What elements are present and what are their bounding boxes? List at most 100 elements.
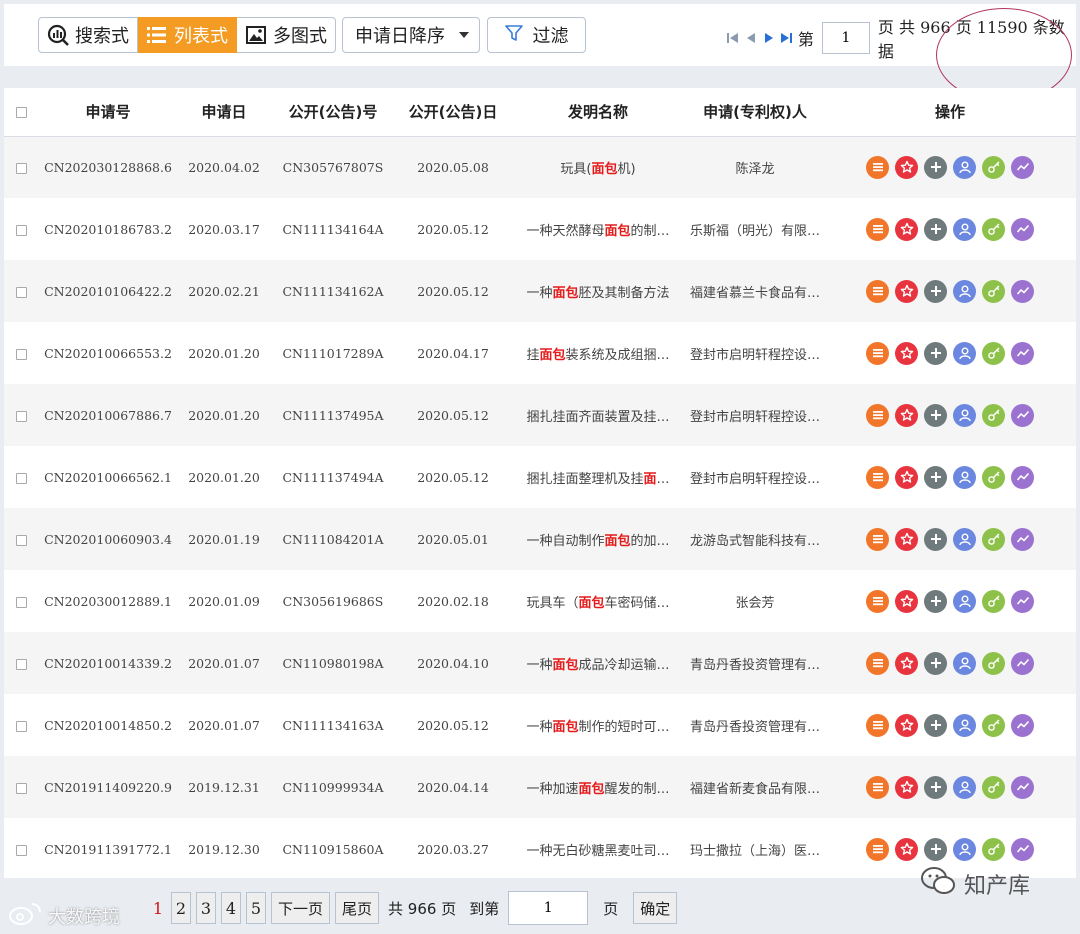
- filter-button[interactable]: 过滤: [487, 17, 586, 53]
- person-icon[interactable]: [953, 527, 976, 551]
- applicant-cell[interactable]: 登封市启明轩程控设…: [686, 322, 824, 384]
- detail-icon[interactable]: [866, 217, 889, 241]
- key-icon[interactable]: [982, 837, 1005, 861]
- key-icon[interactable]: [982, 341, 1005, 365]
- app-no-cell[interactable]: CN202010014339.2: [38, 632, 178, 694]
- pub-no-cell[interactable]: CN111134163A: [270, 694, 396, 756]
- header-pub-no[interactable]: 公开(公告)号: [270, 88, 396, 136]
- star-icon[interactable]: [895, 465, 918, 489]
- key-icon[interactable]: [982, 217, 1005, 241]
- goto-page-input[interactable]: [508, 891, 589, 925]
- plus-icon[interactable]: [924, 217, 947, 241]
- row-select-cell[interactable]: [4, 694, 38, 756]
- table-row[interactable]: CN202010014850.2 2020.01.07 CN111134163A 20…: [4, 694, 1076, 756]
- row-select-cell[interactable]: [4, 818, 38, 878]
- star-icon[interactable]: [895, 155, 918, 179]
- person-icon[interactable]: [953, 465, 976, 489]
- row-checkbox[interactable]: [15, 224, 27, 236]
- top-page-input[interactable]: [821, 22, 870, 54]
- row-checkbox[interactable]: [15, 720, 27, 732]
- detail-icon[interactable]: [866, 465, 889, 489]
- row-select-cell[interactable]: [4, 260, 38, 322]
- title-cell[interactable]: 一种面包制作的短时可…: [510, 694, 686, 756]
- person-icon[interactable]: [953, 279, 976, 303]
- title-cell[interactable]: 捆扎挂面齐面装置及挂…: [510, 384, 686, 446]
- header-app-no[interactable]: 申请号: [38, 88, 178, 136]
- plus-icon[interactable]: [924, 465, 947, 489]
- table-row[interactable]: CN201911409220.9 2019.12.31 CN110999934A 20…: [4, 756, 1076, 818]
- trend-icon[interactable]: [1011, 465, 1034, 489]
- star-icon[interactable]: [895, 713, 918, 737]
- star-icon[interactable]: [895, 651, 918, 675]
- title-cell[interactable]: 一种自动制作面包的加…: [510, 508, 686, 570]
- key-icon[interactable]: [982, 775, 1005, 799]
- trend-icon[interactable]: [1011, 713, 1034, 737]
- pub-no-cell[interactable]: CN111134162A: [270, 260, 396, 322]
- pub-no-cell[interactable]: CN111017289A: [270, 322, 396, 384]
- plus-icon[interactable]: [924, 403, 947, 427]
- view-list-button[interactable]: 列表式: [138, 17, 237, 53]
- title-cell[interactable]: 挂面包装系统及成组捆…: [510, 322, 686, 384]
- star-icon[interactable]: [895, 279, 918, 303]
- key-icon[interactable]: [982, 651, 1005, 675]
- row-checkbox[interactable]: [15, 782, 27, 794]
- title-cell[interactable]: 一种面包成品冷却运输…: [510, 632, 686, 694]
- pub-no-cell[interactable]: CN110980198A: [270, 632, 396, 694]
- person-icon[interactable]: [953, 217, 976, 241]
- detail-icon[interactable]: [866, 775, 889, 799]
- header-applicant[interactable]: 申请(专利权)人: [686, 88, 824, 136]
- plus-icon[interactable]: [924, 651, 947, 675]
- row-checkbox[interactable]: [15, 844, 27, 856]
- star-icon[interactable]: [895, 341, 918, 365]
- prev-page-icon[interactable]: [744, 30, 758, 46]
- title-cell[interactable]: 一种加速面包醒发的制…: [510, 756, 686, 818]
- table-row[interactable]: CN202030012889.1 2020.01.09 CN305619686S 20…: [4, 570, 1076, 632]
- header-select-all[interactable]: [4, 88, 38, 136]
- person-icon[interactable]: [953, 589, 976, 613]
- title-cell[interactable]: 捆扎挂面整理机及挂面…: [510, 446, 686, 508]
- detail-icon[interactable]: [866, 341, 889, 365]
- sort-select[interactable]: 申请日降序: [342, 17, 480, 53]
- header-app-date[interactable]: 申请日: [178, 88, 270, 136]
- view-search-button[interactable]: 搜索式: [38, 17, 138, 53]
- pub-no-cell[interactable]: CN305767807S: [270, 136, 396, 198]
- app-no-cell[interactable]: CN201911409220.9: [38, 756, 178, 818]
- star-icon[interactable]: [895, 589, 918, 613]
- plus-icon[interactable]: [924, 527, 947, 551]
- row-checkbox[interactable]: [15, 472, 27, 484]
- applicant-cell[interactable]: 青岛丹香投资管理有…: [686, 632, 824, 694]
- table-row[interactable]: CN201911391772.1 2019.12.30 CN110915860A 20…: [4, 818, 1076, 878]
- last-page-icon[interactable]: [780, 30, 794, 46]
- page-button-3[interactable]: 3: [196, 892, 216, 924]
- page-button-4[interactable]: 4: [221, 892, 241, 924]
- pub-no-cell[interactable]: CN305619686S: [270, 570, 396, 632]
- plus-icon[interactable]: [924, 775, 947, 799]
- table-row[interactable]: CN202010066562.1 2020.01.20 CN111137494A 20…: [4, 446, 1076, 508]
- app-no-cell[interactable]: CN201911391772.1: [38, 818, 178, 878]
- app-no-cell[interactable]: CN202010186783.2: [38, 198, 178, 260]
- plus-icon[interactable]: [924, 837, 947, 861]
- key-icon[interactable]: [982, 465, 1005, 489]
- row-select-cell[interactable]: [4, 136, 38, 198]
- row-checkbox[interactable]: [15, 348, 27, 360]
- key-icon[interactable]: [982, 527, 1005, 551]
- pub-no-cell[interactable]: CN110915860A: [270, 818, 396, 878]
- key-icon[interactable]: [982, 279, 1005, 303]
- pub-no-cell[interactable]: CN110999934A: [270, 756, 396, 818]
- first-page-icon[interactable]: [726, 30, 740, 46]
- applicant-cell[interactable]: 玛士撒拉（上海）医…: [686, 818, 824, 878]
- table-row[interactable]: CN202010067886.7 2020.01.20 CN111137495A 20…: [4, 384, 1076, 446]
- page-button-2[interactable]: 2: [171, 892, 191, 924]
- plus-icon[interactable]: [924, 589, 947, 613]
- detail-icon[interactable]: [866, 155, 889, 179]
- row-select-cell[interactable]: [4, 508, 38, 570]
- trend-icon[interactable]: [1011, 527, 1034, 551]
- person-icon[interactable]: [953, 775, 976, 799]
- person-icon[interactable]: [953, 341, 976, 365]
- applicant-cell[interactable]: 龙游岛式智能科技有…: [686, 508, 824, 570]
- star-icon[interactable]: [895, 217, 918, 241]
- table-row[interactable]: CN202010014339.2 2020.01.07 CN110980198A 20…: [4, 632, 1076, 694]
- detail-icon[interactable]: [866, 651, 889, 675]
- row-select-cell[interactable]: [4, 198, 38, 260]
- app-no-cell[interactable]: CN202030012889.1: [38, 570, 178, 632]
